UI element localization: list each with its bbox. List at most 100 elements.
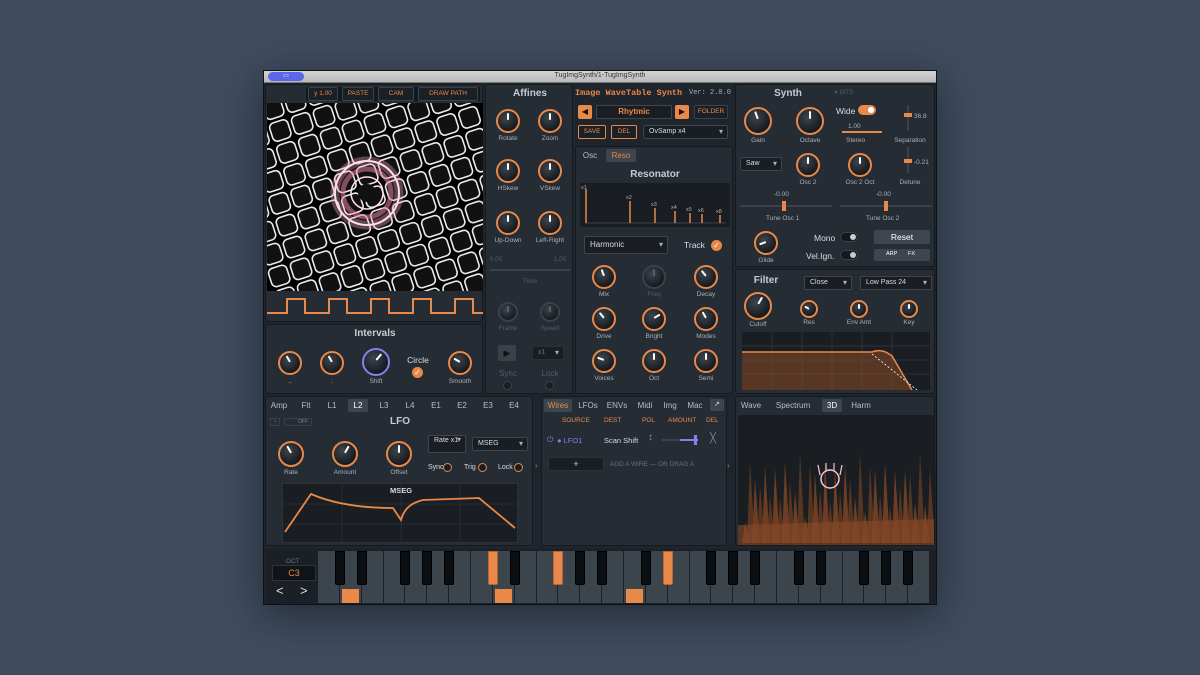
- tune-osc2-slider[interactable]: [840, 201, 932, 211]
- res-knob[interactable]: [800, 300, 818, 318]
- black-key[interactable]: [640, 551, 651, 585]
- gain-knob[interactable]: [744, 107, 772, 135]
- tune-osc1-slider[interactable]: [740, 201, 832, 211]
- env-amt-knob[interactable]: [850, 300, 868, 318]
- preset-name[interactable]: Rhytmic: [596, 105, 672, 119]
- tab-mac[interactable]: Mac: [684, 399, 706, 412]
- up-down-knob[interactable]: [496, 211, 520, 235]
- black-key[interactable]: [706, 551, 717, 585]
- lfo-power-icon[interactable]: ○: [270, 418, 280, 426]
- oct-knob[interactable]: [642, 349, 666, 373]
- lfo-lock-toggle[interactable]: [514, 463, 523, 472]
- wave-select[interactable]: Saw: [740, 157, 782, 171]
- add-wire-button[interactable]: +: [548, 457, 604, 471]
- preset-next-button[interactable]: ▶: [675, 105, 689, 119]
- tab-img[interactable]: Img: [660, 399, 680, 412]
- tab-amp[interactable]: Amp: [268, 399, 290, 412]
- lfo-trig-toggle[interactable]: [478, 463, 487, 472]
- black-key[interactable]: [422, 551, 433, 585]
- folder-button[interactable]: FOLDER: [694, 105, 728, 119]
- image-scale-value[interactable]: y 1.00: [308, 87, 338, 101]
- fx-button[interactable]: FX: [908, 251, 915, 257]
- delete-button[interactable]: DEL: [611, 125, 637, 139]
- wavetable-image[interactable]: [267, 103, 483, 291]
- mix-knob[interactable]: [592, 265, 616, 289]
- tab-envs[interactable]: ENVs: [604, 399, 630, 412]
- tab-3d[interactable]: 3D: [822, 399, 842, 412]
- black-key[interactable]: [597, 551, 608, 585]
- key-knob[interactable]: [900, 300, 918, 318]
- collapse-left-icon[interactable]: ›: [535, 461, 538, 470]
- wire-source[interactable]: ● LFO1: [557, 436, 582, 445]
- tab-e4[interactable]: E4: [504, 399, 524, 412]
- rotate-knob[interactable]: [496, 109, 520, 133]
- black-key[interactable]: [815, 551, 826, 585]
- tab-l4[interactable]: L4: [400, 399, 420, 412]
- glide-knob[interactable]: [754, 231, 778, 255]
- wire-dest[interactable]: Scan Shift: [604, 436, 638, 445]
- frame-knob[interactable]: [498, 302, 518, 322]
- black-key[interactable]: [903, 551, 914, 585]
- lock-toggle[interactable]: [545, 381, 554, 390]
- modes-knob[interactable]: [694, 307, 718, 331]
- black-key[interactable]: [662, 551, 673, 585]
- polarity-icon[interactable]: ↕: [648, 432, 653, 443]
- freq-knob[interactable]: [642, 265, 666, 289]
- black-key[interactable]: [859, 551, 870, 585]
- bright-knob[interactable]: [642, 307, 666, 331]
- tab-wires[interactable]: Wires: [544, 399, 572, 412]
- lfo-off-button[interactable]: OFF: [284, 418, 312, 426]
- filter-mode-select[interactable]: Close: [804, 276, 852, 290]
- wide-toggle[interactable]: [858, 105, 876, 115]
- black-key[interactable]: [793, 551, 804, 585]
- lfo-rate-knob[interactable]: [278, 441, 304, 467]
- stereo-slider[interactable]: [842, 131, 882, 133]
- filter-curve[interactable]: [742, 332, 930, 390]
- wavetable-3d-view[interactable]: [738, 415, 934, 545]
- black-key[interactable]: [509, 551, 520, 585]
- delete-wire-icon[interactable]: ╳: [710, 433, 716, 444]
- cam-button[interactable]: CAM: [378, 87, 414, 101]
- filter-type-select[interactable]: Low Pass 24: [860, 276, 932, 290]
- black-key[interactable]: [750, 551, 761, 585]
- black-key[interactable]: [334, 551, 345, 585]
- resonator-mode-select[interactable]: Harmonic: [584, 236, 668, 254]
- piano-keyboard[interactable]: [318, 551, 930, 603]
- circle-checkbox[interactable]: ✓: [412, 367, 423, 378]
- tab-l2[interactable]: L2: [348, 399, 368, 412]
- amount-slider[interactable]: [662, 435, 698, 445]
- preset-prev-button[interactable]: ◀: [578, 105, 592, 119]
- cutoff-knob[interactable]: [744, 292, 772, 320]
- semi-knob[interactable]: [694, 349, 718, 373]
- sync-toggle[interactable]: [503, 381, 512, 390]
- tab-harm[interactable]: Harm: [848, 399, 874, 412]
- lfo-offset-knob[interactable]: [386, 441, 412, 467]
- mseg-editor[interactable]: MSEG: [282, 483, 519, 544]
- reset-button[interactable]: Reset: [874, 230, 930, 244]
- hskew-knob[interactable]: [496, 159, 520, 183]
- save-button[interactable]: SAVE: [578, 125, 606, 139]
- black-key[interactable]: [487, 551, 498, 585]
- interval-knob-1[interactable]: [278, 351, 302, 375]
- lfo-sync-toggle[interactable]: [443, 463, 452, 472]
- left-right-knob[interactable]: [538, 211, 562, 235]
- black-key[interactable]: [728, 551, 739, 585]
- track-checkbox[interactable]: ✓: [711, 240, 722, 251]
- black-key[interactable]: [553, 551, 564, 585]
- tab-lfos[interactable]: LFOs: [575, 399, 601, 412]
- lfo-rate-select[interactable]: Rate x1: [428, 435, 466, 453]
- tab-spectrum[interactable]: Spectrum: [770, 399, 816, 412]
- tab-flt[interactable]: Flt: [296, 399, 316, 412]
- octave-prev-button[interactable]: <: [276, 583, 284, 598]
- expand-icon[interactable]: ↗: [710, 399, 724, 411]
- velign-toggle[interactable]: [840, 250, 858, 260]
- tab-l1[interactable]: L1: [322, 399, 342, 412]
- tab-l3[interactable]: L3: [374, 399, 394, 412]
- tab-e3[interactable]: E3: [478, 399, 498, 412]
- mono-toggle[interactable]: [840, 232, 858, 242]
- wire-power-icon[interactable]: ⏻: [547, 435, 553, 445]
- play-button[interactable]: ▶: [498, 345, 516, 361]
- lfo-shape-select[interactable]: MSEG: [472, 437, 528, 451]
- draw-path-button[interactable]: DRAW PATH: [418, 87, 478, 101]
- tab-wave[interactable]: Wave: [738, 399, 764, 412]
